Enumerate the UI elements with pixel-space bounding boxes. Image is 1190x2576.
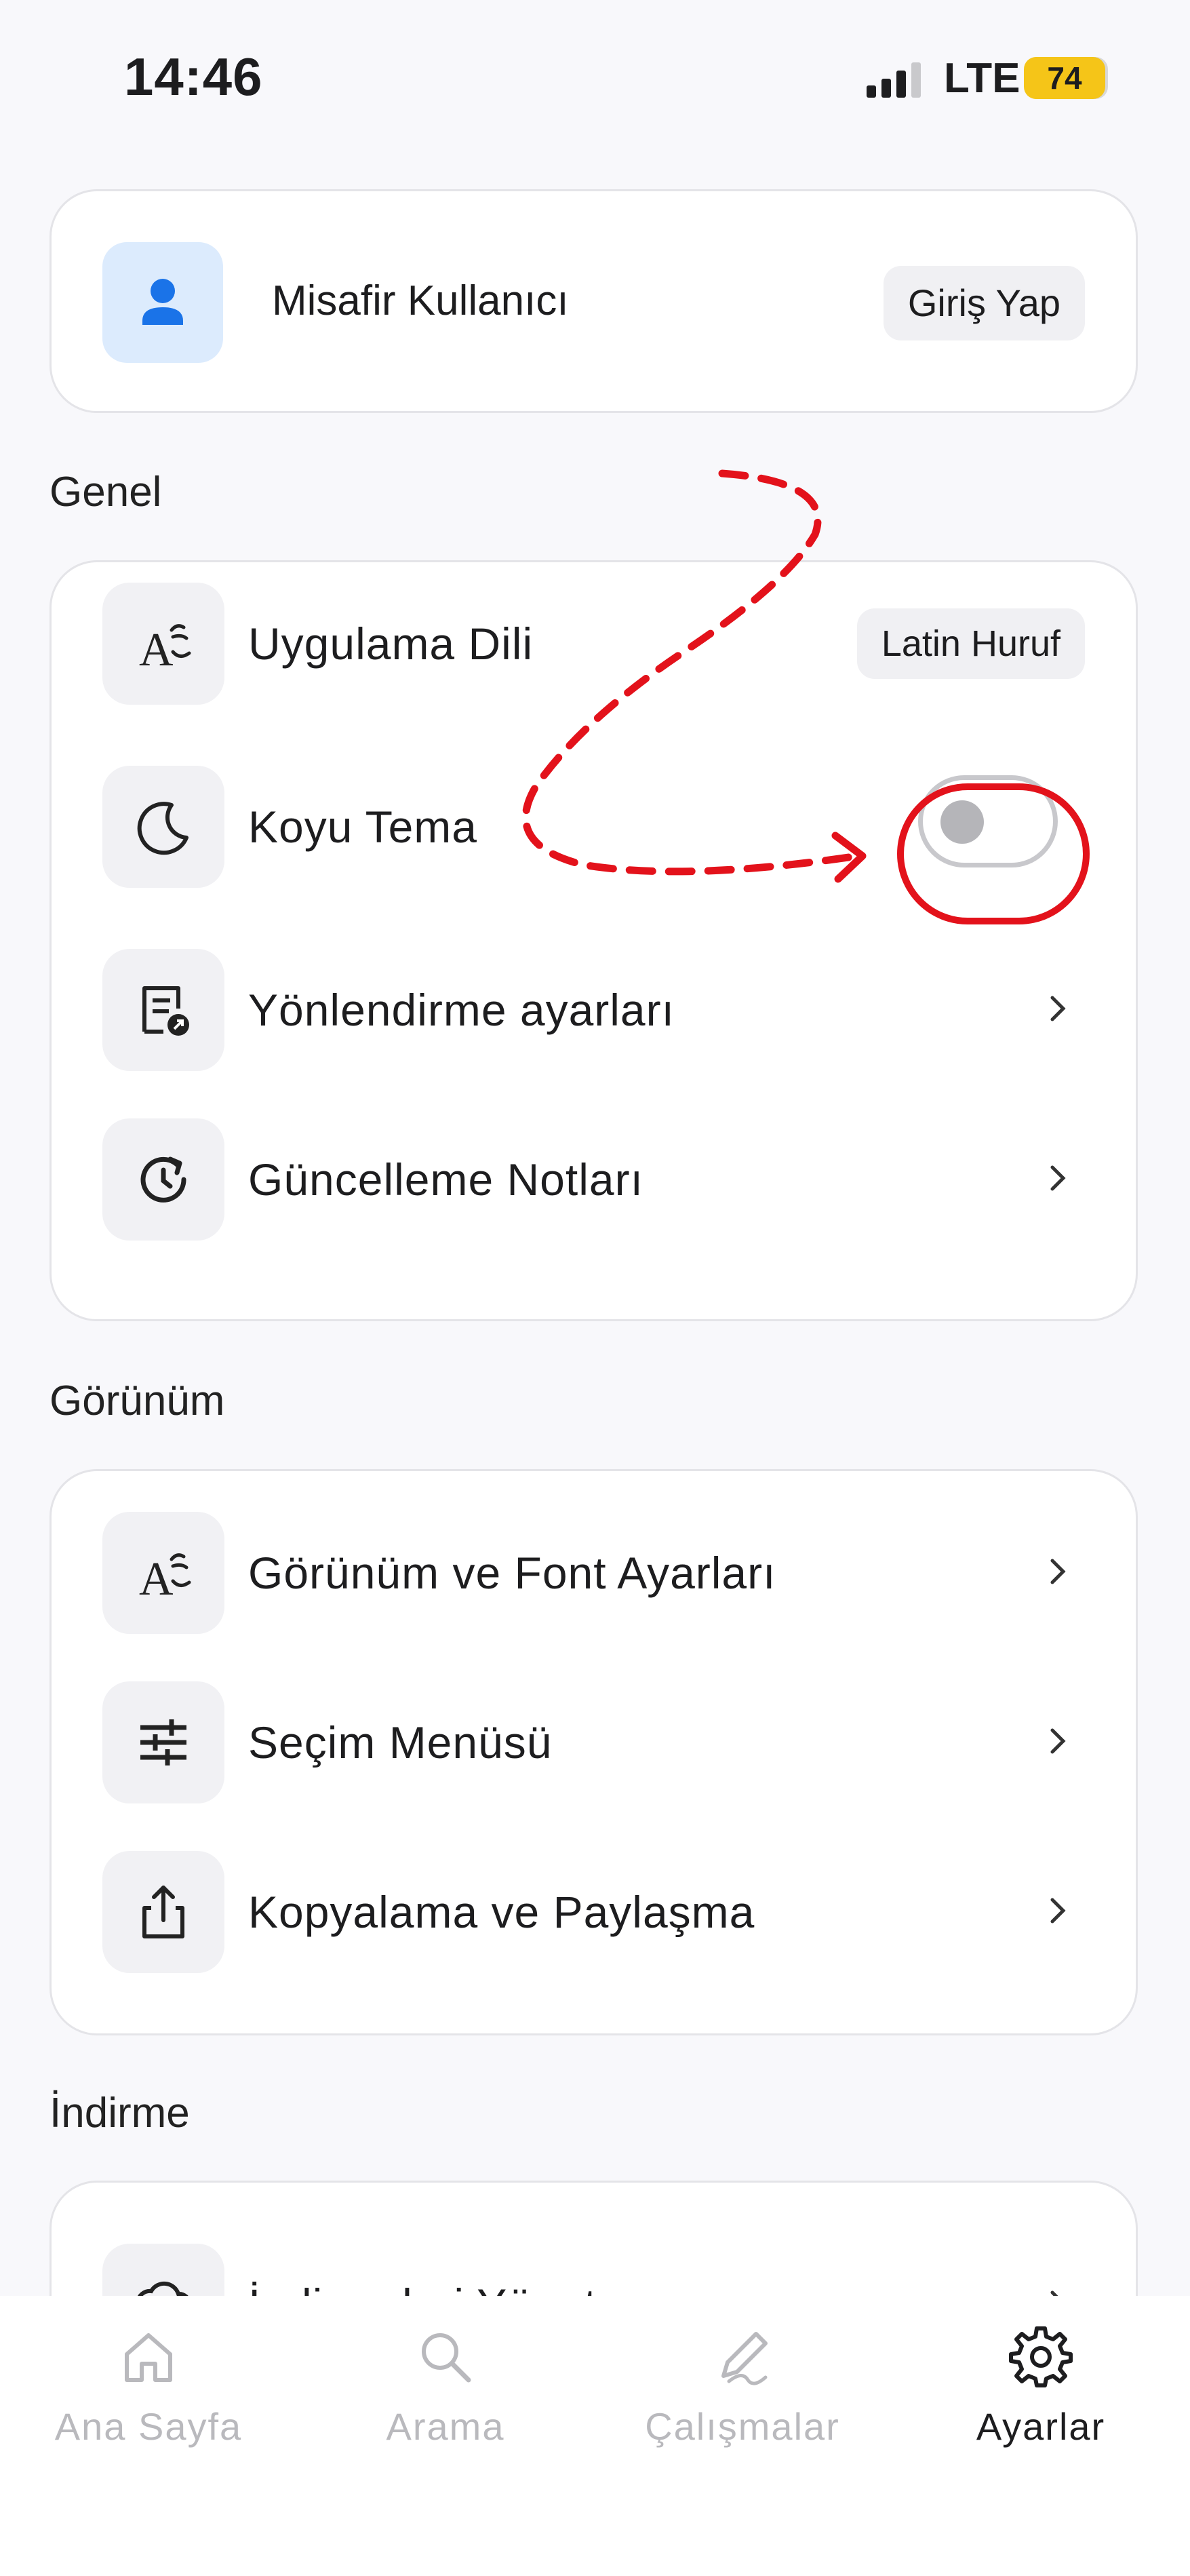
battery-level: 74 bbox=[1047, 60, 1082, 96]
setting-row-dark-theme: Koyu Tema bbox=[52, 745, 1136, 908]
chevron-right-icon bbox=[1050, 1728, 1066, 1754]
document-redirect-icon bbox=[102, 949, 224, 1071]
setting-label: Uygulama Dili bbox=[248, 619, 534, 669]
signal-icon bbox=[867, 62, 921, 98]
home-icon bbox=[125, 2333, 172, 2382]
setting-label: Seçim Menüsü bbox=[248, 1717, 553, 1768]
language-icon: A bbox=[102, 1512, 224, 1634]
toggle-knob bbox=[940, 800, 984, 844]
bottom-tab-bar: Ana Sayfa Arama Çalışmalar Ayarlar bbox=[0, 2296, 1190, 2576]
tab-home[interactable]: Ana Sayfa bbox=[0, 2323, 297, 2448]
setting-label: Koyu Tema bbox=[248, 802, 477, 852]
avatar bbox=[102, 242, 223, 363]
appearance-settings-card: A Görünüm ve Font Ayarları Seçim Menüsü bbox=[49, 1469, 1138, 2035]
setting-label: Kopyalama ve Paylaşma bbox=[248, 1887, 755, 1937]
tab-label: Çalışmalar bbox=[645, 2405, 840, 2448]
svg-text:A: A bbox=[139, 1553, 174, 1605]
section-title-download: İndirme bbox=[49, 2090, 190, 2136]
status-time: 14:46 bbox=[124, 47, 263, 106]
tab-search[interactable]: Arama bbox=[297, 2323, 594, 2448]
sliders-icon bbox=[102, 1681, 224, 1803]
moon-icon bbox=[102, 766, 224, 888]
language-icon: A bbox=[102, 583, 224, 705]
person-icon bbox=[142, 279, 183, 325]
chevron-right-icon bbox=[1050, 1165, 1066, 1191]
setting-label: Güncelleme Notları bbox=[248, 1154, 643, 1205]
tab-settings[interactable]: Ayarlar bbox=[892, 2323, 1189, 2448]
tab-label: Ana Sayfa bbox=[54, 2405, 243, 2448]
setting-label: Görünüm ve Font Ayarları bbox=[248, 1548, 776, 1598]
gear-icon bbox=[1009, 2326, 1073, 2387]
chevron-right-icon bbox=[1050, 996, 1066, 1021]
language-value-pill[interactable]: Latin Huruf bbox=[856, 608, 1085, 679]
setting-label: Yönlendirme ayarları bbox=[248, 985, 675, 1035]
profile-name: Misafir Kullanıcı bbox=[272, 277, 569, 324]
login-button[interactable]: Giriş Yap bbox=[883, 266, 1085, 340]
history-icon bbox=[102, 1118, 224, 1241]
tab-label: Arama bbox=[386, 2405, 505, 2448]
section-title-general: Genel bbox=[49, 469, 162, 515]
chevron-right-icon bbox=[1050, 1559, 1066, 1584]
status-bar: 14:46 LTE 74 bbox=[0, 0, 1190, 156]
profile-card: Misafir Kullanıcı Giriş Yap bbox=[49, 189, 1138, 413]
chevron-right-icon bbox=[1050, 1898, 1066, 1924]
battery-indicator: 74 bbox=[1024, 57, 1105, 99]
setting-row-update-notes[interactable]: Güncelleme Notları bbox=[52, 1098, 1136, 1261]
dark-theme-toggle[interactable] bbox=[918, 775, 1058, 867]
setting-row-routing[interactable]: Yönlendirme ayarları bbox=[52, 929, 1136, 1091]
setting-row-selection-menu[interactable]: Seçim Menüsü bbox=[52, 1661, 1136, 1824]
setting-row-font[interactable]: A Görünüm ve Font Ayarları bbox=[52, 1491, 1136, 1654]
section-title-appearance: Görünüm bbox=[49, 1378, 225, 1424]
pencil-icon bbox=[721, 2332, 768, 2385]
svg-text:A: A bbox=[139, 624, 174, 676]
share-icon bbox=[102, 1851, 224, 1973]
search-icon bbox=[422, 2333, 471, 2383]
network-type: LTE bbox=[944, 55, 1020, 102]
tab-label: Ayarlar bbox=[976, 2405, 1106, 2448]
setting-row-copy-share[interactable]: Kopyalama ve Paylaşma bbox=[52, 1831, 1136, 1993]
general-settings-card: A Uygulama Dili Latin Huruf Koyu Tema Yö… bbox=[49, 560, 1138, 1321]
setting-row-app-language[interactable]: A Uygulama Dili Latin Huruf bbox=[52, 562, 1136, 725]
tab-studies[interactable]: Çalışmalar bbox=[594, 2323, 891, 2448]
